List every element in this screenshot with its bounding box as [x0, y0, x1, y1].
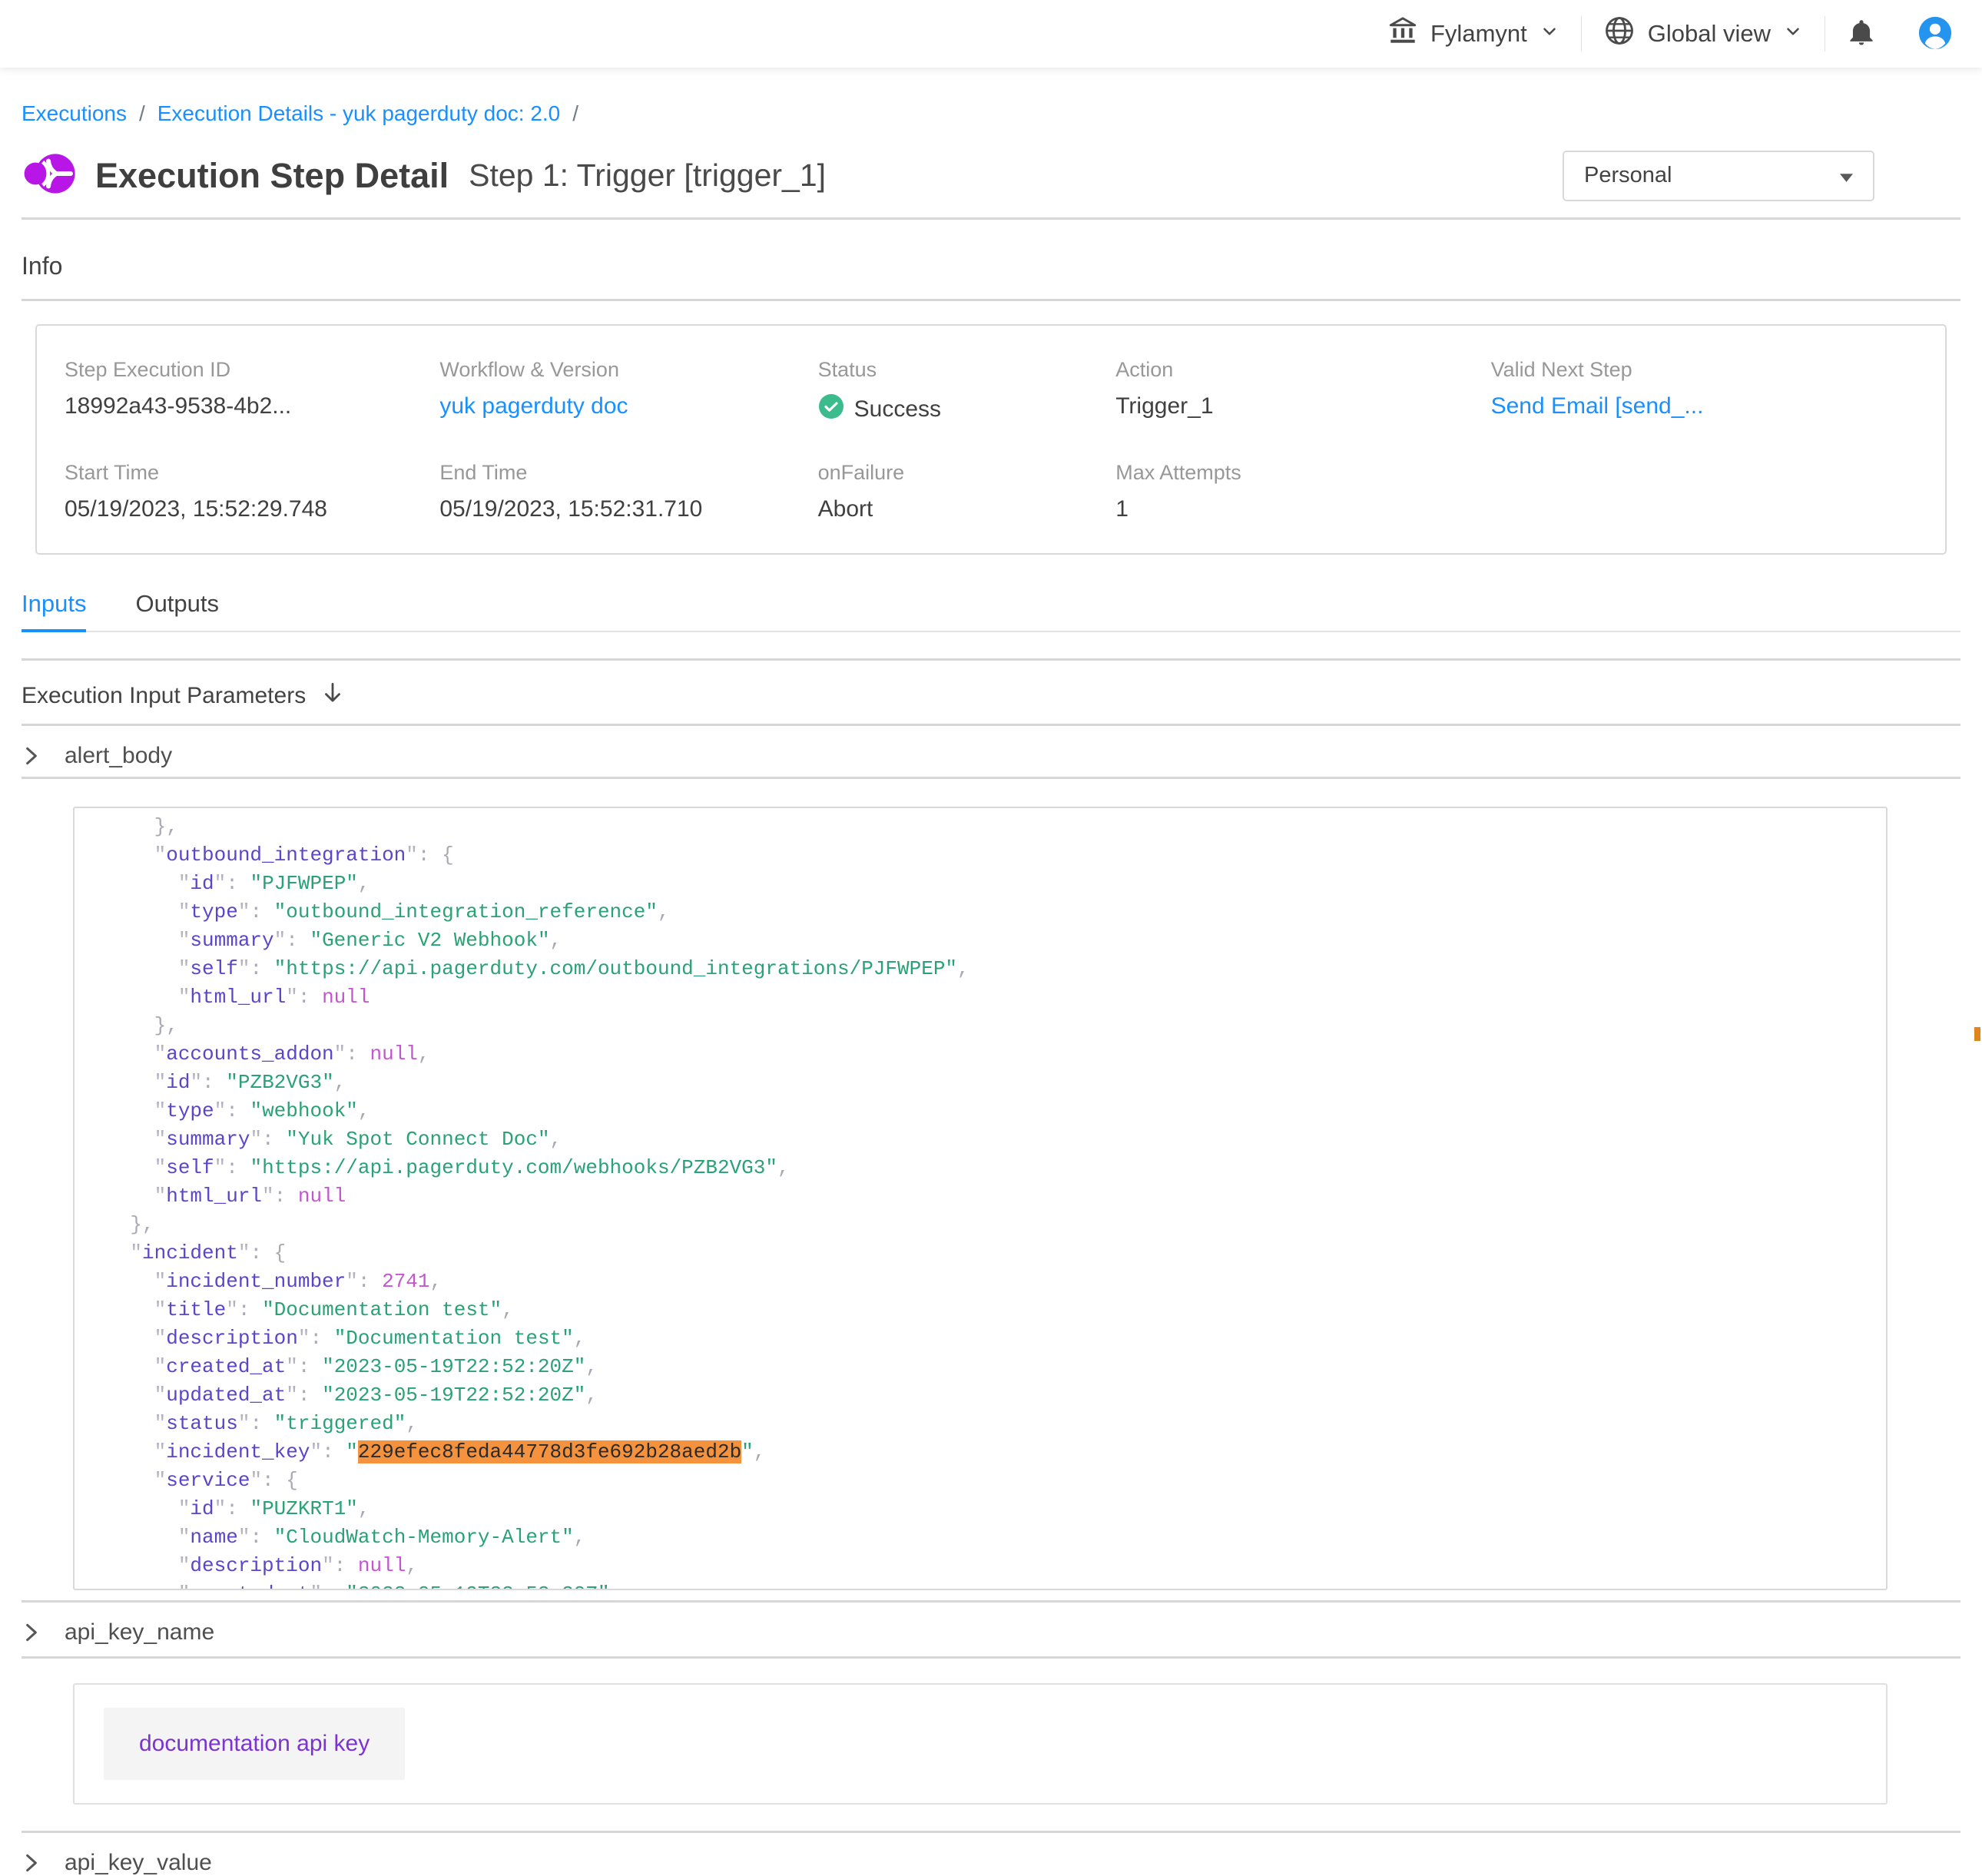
section-api-key-name[interactable]: api_key_name [22, 1619, 1960, 1646]
user-avatar[interactable] [1897, 15, 1968, 53]
code-line: "description": null, [82, 1552, 1886, 1580]
chevron-down-icon [1540, 20, 1559, 48]
code-line: "incident_key": "229efec8feda44778d3fe69… [82, 1438, 1886, 1467]
code-line: "summary": "Generic V2 Webhook", [82, 926, 1886, 955]
section-label: api_key_name [65, 1619, 214, 1646]
section-alert-body[interactable]: alert_body [22, 743, 1960, 769]
code-line: "incident_number": 2741, [82, 1268, 1886, 1296]
divider [22, 217, 1960, 220]
org-name: Fylamynt [1430, 20, 1527, 48]
alert-body-json-viewer[interactable]: "self": "https://fylamynt.pagerduty.com/… [73, 807, 1888, 1590]
code-line: "service": { [82, 1467, 1886, 1495]
field-onfailure: onFailure Abort [818, 461, 1116, 522]
code-line: "html_url": null [82, 1182, 1886, 1211]
field-valid-next-step: Valid Next Step Send Email [send_... [1491, 358, 1937, 426]
field-start-time: Start Time 05/19/2023, 15:52:29.748 [65, 461, 439, 522]
code-line: "id": "PZB2VG3", [82, 1069, 1886, 1097]
chevron-right-icon [22, 744, 41, 767]
field-status: Status Success [818, 358, 1116, 426]
code-line: "id": "PJFWPEP", [82, 870, 1886, 898]
info-heading: Info [22, 252, 1960, 280]
alert-body-json: "self": "https://fylamynt.pagerduty.com/… [75, 807, 1886, 1590]
code-line: "summary": "Yuk Spot Connect Doc", [82, 1125, 1886, 1154]
bell-icon [1845, 17, 1878, 51]
chevron-right-icon [22, 1621, 41, 1644]
field-workflow-version: Workflow & Version yuk pagerduty doc [439, 358, 817, 426]
execution-input-parameters-heading: Execution Input Parameters [22, 681, 1960, 711]
divider [22, 1831, 1960, 1833]
view-switcher[interactable]: Global view [1582, 15, 1825, 53]
title-row: Execution Step Detail Step 1: Trigger [t… [22, 149, 1960, 202]
divider [22, 777, 1960, 779]
code-line: }, [82, 813, 1886, 841]
field-end-time: End Time 05/19/2023, 15:52:31.710 [439, 461, 817, 522]
chevron-right-icon [22, 1851, 41, 1874]
divider [22, 658, 1960, 661]
section-label: alert_body [65, 743, 172, 769]
code-line: "outbound_integration": { [82, 841, 1886, 870]
caret-down-icon [1840, 163, 1853, 188]
code-line: "self": "https://api.pagerduty.com/outbo… [82, 955, 1886, 983]
breadcrumb-separator: / [572, 101, 578, 126]
divider [22, 1600, 1960, 1603]
topbar: Fylamynt Global view [0, 0, 1982, 68]
tab-inputs[interactable]: Inputs [22, 590, 86, 632]
breadcrumb-execution-details[interactable]: Execution Details - yuk pagerduty doc: 2… [157, 101, 561, 126]
page-title: Execution Step Detail [95, 156, 449, 196]
api-key-name-chip: documentation api key [104, 1708, 405, 1780]
code-line: "updated_at": "2023-05-19T22:52:20Z", [82, 1381, 1886, 1410]
section-label: api_key_value [65, 1850, 212, 1876]
divider [22, 299, 1960, 301]
breadcrumb-separator: / [139, 101, 145, 126]
code-line: }, [82, 1012, 1886, 1040]
field-step-execution-id: Step Execution ID 18992a43-9538-4b2... [65, 358, 439, 426]
arrow-down-icon [321, 681, 344, 711]
org-switcher[interactable]: Fylamynt [1366, 15, 1581, 52]
code-line: "type": "outbound_integration_reference"… [82, 898, 1886, 926]
chevron-down-icon [1783, 20, 1803, 48]
workflow-link[interactable]: yuk pagerduty doc [439, 393, 817, 419]
api-key-name-value-box: documentation api key [73, 1683, 1888, 1805]
code-line: "self": "https://fylamynt.pagerduty.com/… [82, 807, 1886, 813]
scope-select-value: Personal [1584, 163, 1672, 188]
info-card: Step Execution ID 18992a43-9538-4b2... W… [35, 324, 1947, 555]
code-line: "title": "Documentation test", [82, 1296, 1886, 1324]
code-line: "html_url": null [82, 983, 1886, 1012]
code-line: "accounts_addon": null, [82, 1040, 1886, 1069]
view-name: Global view [1648, 20, 1771, 48]
code-line: "type": "webhook", [82, 1097, 1886, 1125]
workflow-fork-icon [22, 149, 78, 202]
breadcrumb: Executions / Execution Details - yuk pag… [22, 101, 1960, 126]
tabs: Inputs Outputs [22, 590, 1960, 632]
code-line: "incident": { [82, 1239, 1886, 1268]
notifications-button[interactable] [1825, 17, 1897, 51]
code-line: "description": "Documentation test", [82, 1324, 1886, 1353]
code-line: "created_at": "2023-05-19T22:52:20Z", [82, 1353, 1886, 1381]
next-step-link[interactable]: Send Email [send_... [1491, 393, 1937, 419]
field-max-attempts: Max Attempts 1 [1115, 461, 1490, 522]
scrollbar-highlight-marker [1974, 1027, 1980, 1041]
field-action: Action Trigger_1 [1115, 358, 1490, 426]
code-line: "name": "CloudWatch-Memory-Alert", [82, 1523, 1886, 1552]
scope-select[interactable]: Personal [1563, 151, 1874, 201]
success-check-icon [818, 393, 844, 426]
avatar-icon [1917, 15, 1953, 53]
page-subtitle: Step 1: Trigger [trigger_1] [469, 157, 826, 194]
section-api-key-value[interactable]: api_key_value [22, 1850, 1960, 1876]
bank-icon [1387, 15, 1418, 52]
code-line: "created_at": "2023-05-19T22:52:20Z", [82, 1580, 1886, 1590]
status-text: Success [854, 396, 941, 423]
divider [22, 724, 1960, 726]
code-line: "status": "triggered", [82, 1410, 1886, 1438]
code-line: "id": "PUZKRT1", [82, 1495, 1886, 1523]
tab-outputs[interactable]: Outputs [135, 590, 219, 632]
code-line: "self": "https://api.pagerduty.com/webho… [82, 1154, 1886, 1182]
code-line: }, [82, 1211, 1886, 1239]
divider [22, 1656, 1960, 1659]
breadcrumb-executions[interactable]: Executions [22, 101, 127, 126]
globe-icon [1603, 15, 1636, 53]
tab-hairline [22, 631, 1960, 632]
